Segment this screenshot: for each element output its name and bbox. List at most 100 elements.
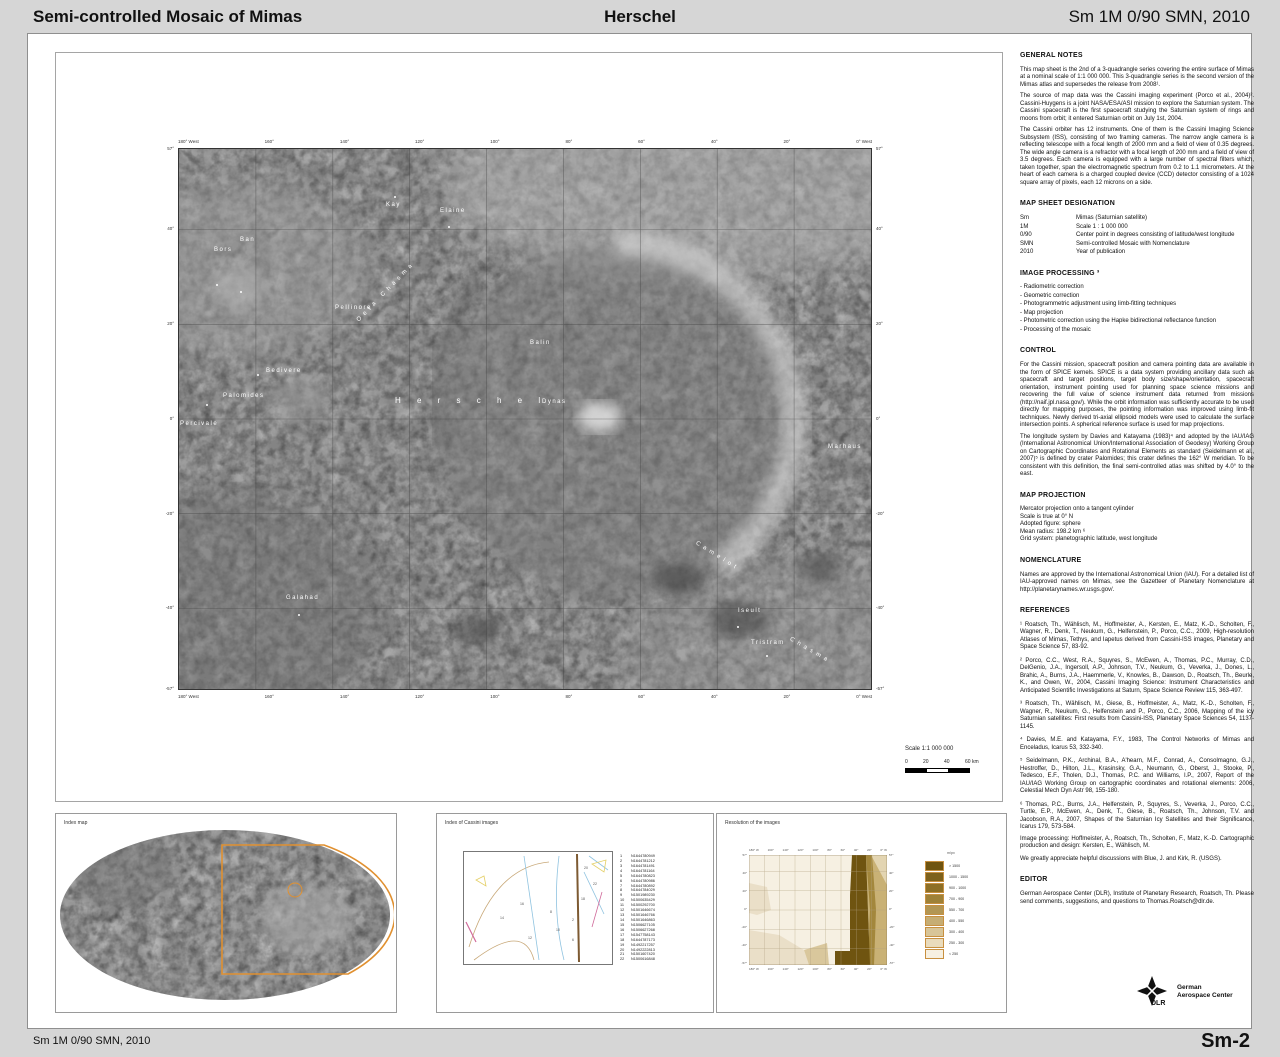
projection-body: Mercator projection onto a tangent cylin… (1020, 506, 1254, 544)
section-heading-designation: MAP SHEET DESIGNATION (1020, 200, 1254, 209)
designation-row: 0/90 Center point in degrees consisting … (1020, 232, 1254, 240)
main-map-frame: 180° West160°140°120°100°80°60°40°20°0° … (55, 52, 1003, 802)
designation-definition: Year of publication (1076, 249, 1254, 257)
footprint-lines (464, 852, 610, 962)
footprint-number: 6 (572, 938, 574, 942)
sheet-body: 180° West160°140°120°100°80°60°40°20°0° … (27, 33, 1252, 1029)
lon-tick: 140° (783, 967, 789, 971)
footprint-number: 20 (584, 866, 588, 870)
lon-label: 160° (265, 694, 274, 699)
lat-label: 20° (876, 321, 898, 326)
crater-label-iseult: Iseult (738, 608, 761, 614)
legend-label: 300 - 400 (949, 930, 964, 934)
legend-row: 900 - 1000 (925, 882, 968, 893)
reference-entry: ⁶ Thomas, P.C., Burns, J.A., Helfenstein… (1020, 802, 1254, 832)
lon-tick: 180° W (749, 848, 759, 852)
processing-step: - Photogrammetric adjustment using limb-… (1020, 301, 1254, 309)
lon-label: 20° (784, 139, 791, 144)
lat-label: 0° (876, 416, 898, 421)
lon-tick: 60° (841, 967, 846, 971)
footprint-number: 8 (550, 910, 552, 914)
lon-label: 0° West (856, 139, 872, 144)
lat-label: -20° (152, 511, 174, 516)
lon-tick: 180° W (749, 967, 759, 971)
feature-dot (206, 404, 208, 406)
longitude-labels-bottom: 180° West160°140°120°100°80°60°40°20°0° … (178, 694, 872, 699)
footprint-number: 22 (593, 882, 597, 886)
lon-tick: 0° W (880, 848, 887, 852)
resolution-lon-ticks-top: 180° W160°140°120°100°80°60°40°20°0° W (749, 848, 887, 852)
herschel-crater (436, 243, 794, 599)
lon-tick: 160° (768, 967, 774, 971)
lon-label: 120° (415, 139, 424, 144)
mosaic-map: Bors Ban Kay Elaine Pellinore Bedivere P… (178, 148, 872, 690)
legend-label: 1000 - 1500 (949, 875, 968, 879)
designation-row: Sm Mimas (Saturnian satellite) (1020, 215, 1254, 223)
section-heading-editor: EDITOR (1020, 876, 1254, 885)
crater-label-percivale: Percivale (180, 421, 218, 427)
lat-tick: -40° (741, 943, 747, 947)
legend-swatch (925, 872, 944, 882)
lat-tick: 40° (889, 871, 907, 875)
reference-entry: ³ Roatsch, Th., Wählisch, M., Giese, B.,… (1020, 701, 1254, 731)
lon-label: 20° (784, 694, 791, 699)
lat-tick: -57° (889, 961, 907, 965)
lon-tick: 20° (867, 967, 872, 971)
legend-row: 400 - 550 (925, 915, 968, 926)
control-body: For the Cassini mission, spacecraft posi… (1020, 362, 1254, 479)
reference-entry: ⁴ Davies, M.E. and Katayama, F.Y., 1983,… (1020, 737, 1254, 752)
legend-row: > 1500 (925, 860, 968, 871)
crater-label-galahad: Galahad (286, 595, 319, 601)
section-heading-references: REFERENCES (1020, 607, 1254, 616)
lat-label: 40° (152, 226, 174, 231)
designation-definition: Scale 1 : 1 000 000 (1076, 224, 1254, 232)
designation-row: 2010 Year of publication (1020, 249, 1254, 257)
references-list: ¹ Roatsch, Th., Wählisch, M., Hoffmeiste… (1020, 622, 1254, 832)
paragraph: For the Cassini mission, spacecraft posi… (1020, 362, 1254, 430)
lon-label: 80° (565, 139, 572, 144)
lon-label: 60° (638, 694, 645, 699)
legend-row: 1000 - 1500 (925, 871, 968, 882)
lat-label: 20° (152, 321, 174, 326)
section-heading-projection: MAP PROJECTION (1020, 492, 1254, 501)
lon-tick: 140° (783, 848, 789, 852)
footprint-number: 10 (556, 928, 560, 932)
resolution-panel: Resolution of the images 180° W160°140°1… (716, 813, 1007, 1013)
reference-entry: ⁵ Seidelmann, P.K., Archinal, B.A., A'he… (1020, 758, 1254, 796)
lat-label: -57° (876, 686, 898, 691)
general-notes-body: This map sheet is the 2nd of a 3-quadran… (1020, 67, 1254, 188)
legend-row: 300 - 400 (925, 926, 968, 937)
legend-label: 400 - 550 (949, 919, 964, 923)
lon-tick: 120° (797, 967, 803, 971)
lat-label: -57° (152, 686, 174, 691)
scale-segment (927, 769, 948, 772)
crater-label-palomides: Palomides (223, 393, 265, 399)
designation-term: 1M (1020, 224, 1076, 232)
legend-title: m/px (947, 851, 955, 855)
lon-tick: 0° W (880, 967, 887, 971)
footprint-number: 18 (581, 897, 585, 901)
resolution-lat-ticks-right: 57°40°20°0°-20°-40°-57° (889, 853, 907, 965)
footer-designation: Sm 1M 0/90 SMN, 2010 (33, 1035, 150, 1047)
lat-label: 57° (152, 146, 174, 151)
crater-label-bors: Bors (214, 247, 232, 253)
footer-sheet-id: Sm-2 (1201, 1030, 1250, 1053)
processing-step: - Photometric correction using the Hapke… (1020, 318, 1254, 326)
legend-swatch (925, 861, 944, 871)
paragraph: The source of map data was the Cassini i… (1020, 93, 1254, 123)
legend-swatch (925, 905, 944, 915)
marginalia-column: GENERAL NOTES This map sheet is the 2nd … (1020, 44, 1254, 910)
designation-table: Sm Mimas (Saturnian satellite) 1M Scale … (1020, 215, 1254, 257)
lat-tick: 57° (742, 853, 747, 857)
legend-label: 900 - 1000 (949, 886, 966, 890)
feature-dot (737, 626, 739, 628)
section-heading-nomenclature: NOMENCLATURE (1020, 557, 1254, 566)
lon-label: 100° (490, 139, 499, 144)
scale-segment (906, 769, 927, 772)
section-heading-image-processing: IMAGE PROCESSING ³ (1020, 270, 1254, 279)
designation-term: 2010 (1020, 249, 1076, 257)
feature-dot (298, 614, 300, 616)
sheet-designation: Sm 1M 0/90 SMN, 2010 (1069, 7, 1250, 27)
paragraph: The Cassini orbiter has 12 instruments. … (1020, 127, 1254, 187)
footprint-number: 14 (500, 916, 504, 920)
